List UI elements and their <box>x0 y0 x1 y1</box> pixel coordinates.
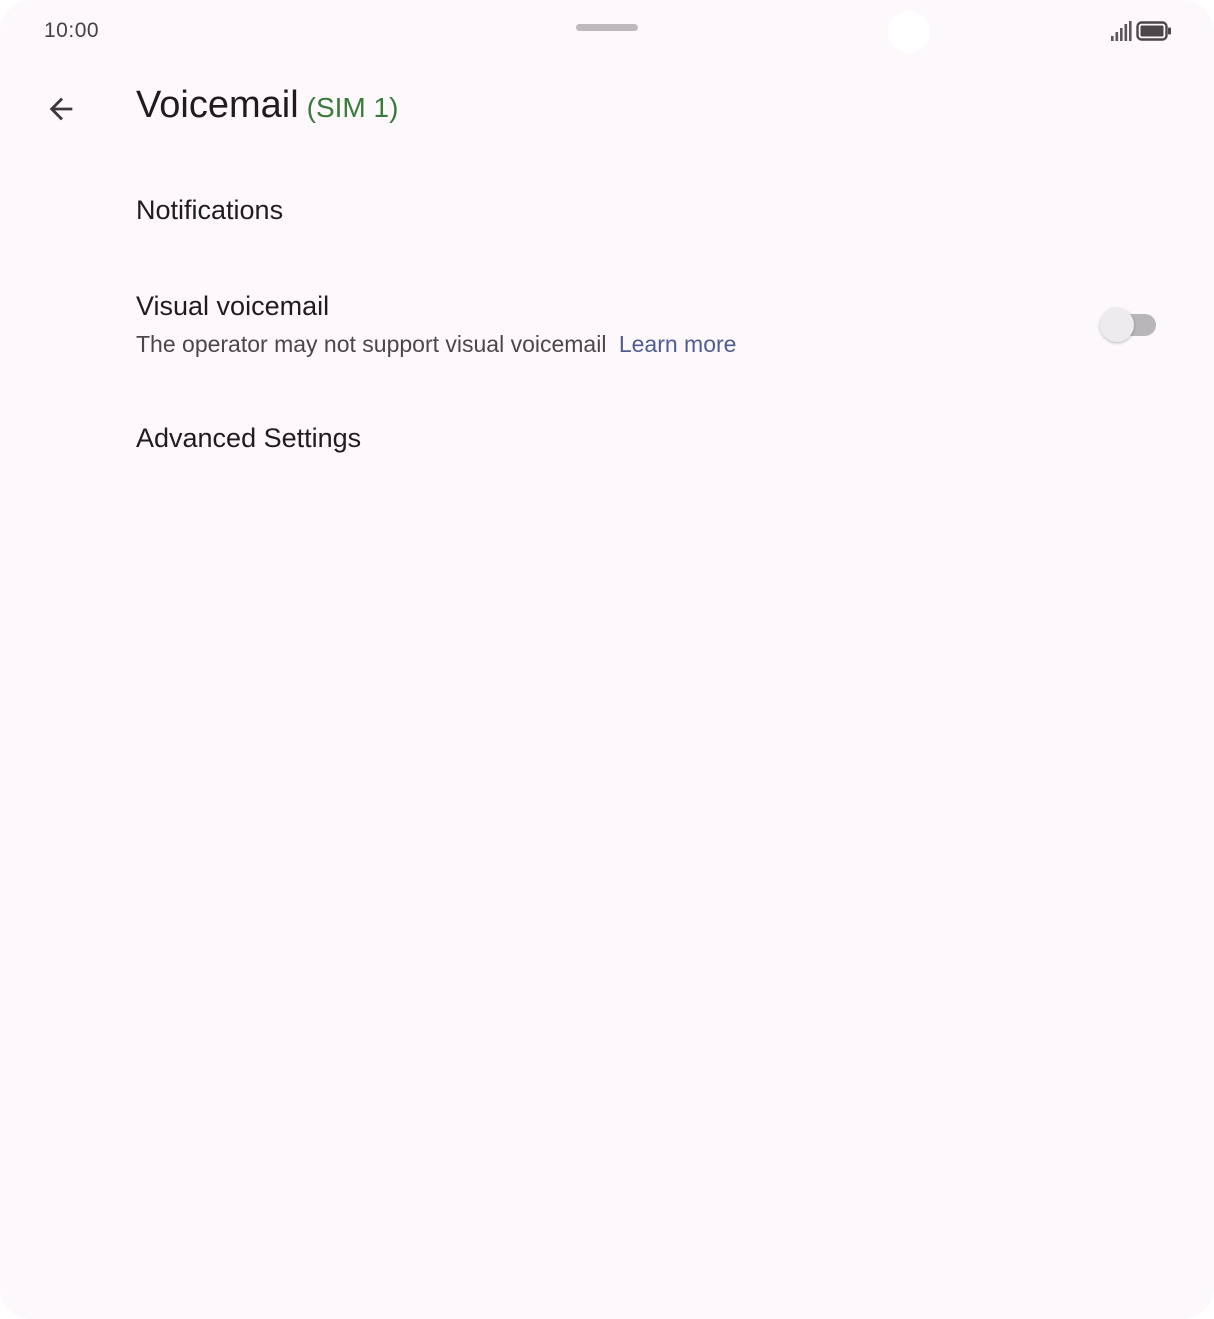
learn-more-link[interactable]: Learn more <box>619 331 737 357</box>
visual-voicemail-preference[interactable]: Visual voicemail The operator may not su… <box>0 270 1214 380</box>
advanced-settings-preference[interactable]: Advanced Settings <box>0 404 1214 476</box>
drag-handle <box>576 24 638 31</box>
page-title: Voicemail (SIM 1) <box>136 84 398 136</box>
visual-voicemail-title: Visual voicemail <box>136 291 330 321</box>
arrow-back-icon <box>49 97 73 121</box>
voicemail-settings-screen: 10:00 Voicemail (SIM 1) Notifications Vi… <box>0 0 1214 1319</box>
battery-icon <box>1136 21 1171 41</box>
notifications-preference[interactable]: Notifications <box>0 176 1214 248</box>
visual-voicemail-toggle[interactable] <box>1098 307 1156 343</box>
visual-voicemail-summary-text: The operator may not support visual voic… <box>136 331 607 357</box>
camera-cutout <box>888 11 930 53</box>
status-time: 10:00 <box>44 19 100 42</box>
signal-icon <box>1111 21 1132 41</box>
advanced-settings-title: Advanced Settings <box>136 423 362 453</box>
back-button[interactable] <box>36 84 86 134</box>
sim-label: (SIM 1) <box>306 92 399 123</box>
page-title-text: Voicemail <box>136 84 299 126</box>
visual-voicemail-summary: The operator may not support visual voic… <box>136 331 736 358</box>
toggle-thumb <box>1100 308 1134 342</box>
notifications-title: Notifications <box>136 195 284 225</box>
